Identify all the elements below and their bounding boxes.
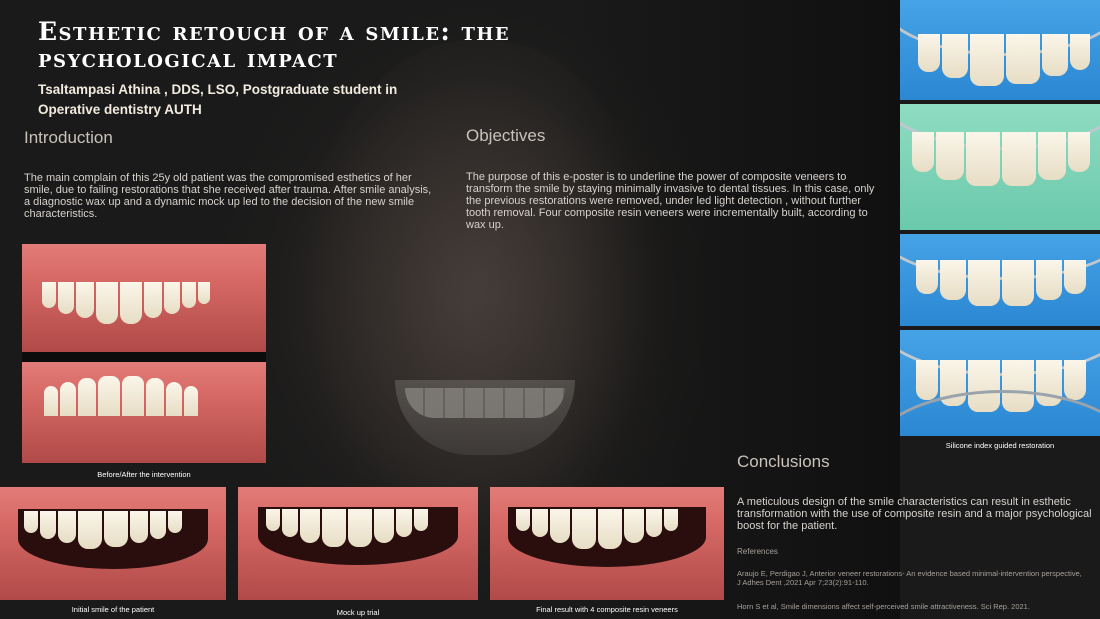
before-after-caption: Before/After the intervention	[97, 470, 191, 479]
introduction-heading: Introduction	[24, 128, 113, 147]
initial-smile-caption: Initial smile of the patient	[71, 605, 155, 614]
poster-author: Tsaltampasi Athina , DDS, LSO, Postgradu…	[38, 82, 398, 117]
silicone-step-3-photo	[900, 234, 1100, 326]
poster-canvas: Esthetic retouch of a smile: the psychol…	[0, 0, 1100, 619]
mockup-caption: Mock up trial	[336, 608, 380, 617]
poster-title: Esthetic retouch of a smile: the psychol…	[38, 17, 511, 73]
silicone-step-2-photo	[900, 104, 1100, 230]
silicone-caption: Silicone index guided restoration	[945, 441, 1055, 450]
objectives-heading: Objectives	[466, 126, 546, 145]
references-heading: References	[737, 547, 778, 556]
introduction-text: The main complain of this 25y old patien…	[24, 172, 432, 220]
objectives-text: The purpose of this e-poster is to under…	[466, 171, 875, 231]
background-teeth	[405, 388, 565, 418]
silicone-step-4-photo	[900, 330, 1100, 436]
mockup-photo	[238, 487, 478, 600]
initial-smile-photo	[0, 487, 226, 600]
reference-item-1: Araujo E, Perdigao J, Anterior veneer re…	[737, 569, 1082, 587]
before-after-photo	[22, 244, 266, 463]
after-photo	[22, 362, 266, 463]
silicone-step-1-photo	[900, 0, 1100, 100]
conclusions-text: A meticulous design of the smile charact…	[737, 496, 1092, 532]
conclusions-heading: Conclusions	[737, 452, 830, 471]
reference-item-2: Horn S et al, Smile dimensions affect se…	[737, 602, 1030, 611]
final-result-caption: Final result with 4 composite resin vene…	[536, 605, 678, 614]
before-photo	[22, 244, 266, 352]
final-result-photo	[490, 487, 724, 600]
